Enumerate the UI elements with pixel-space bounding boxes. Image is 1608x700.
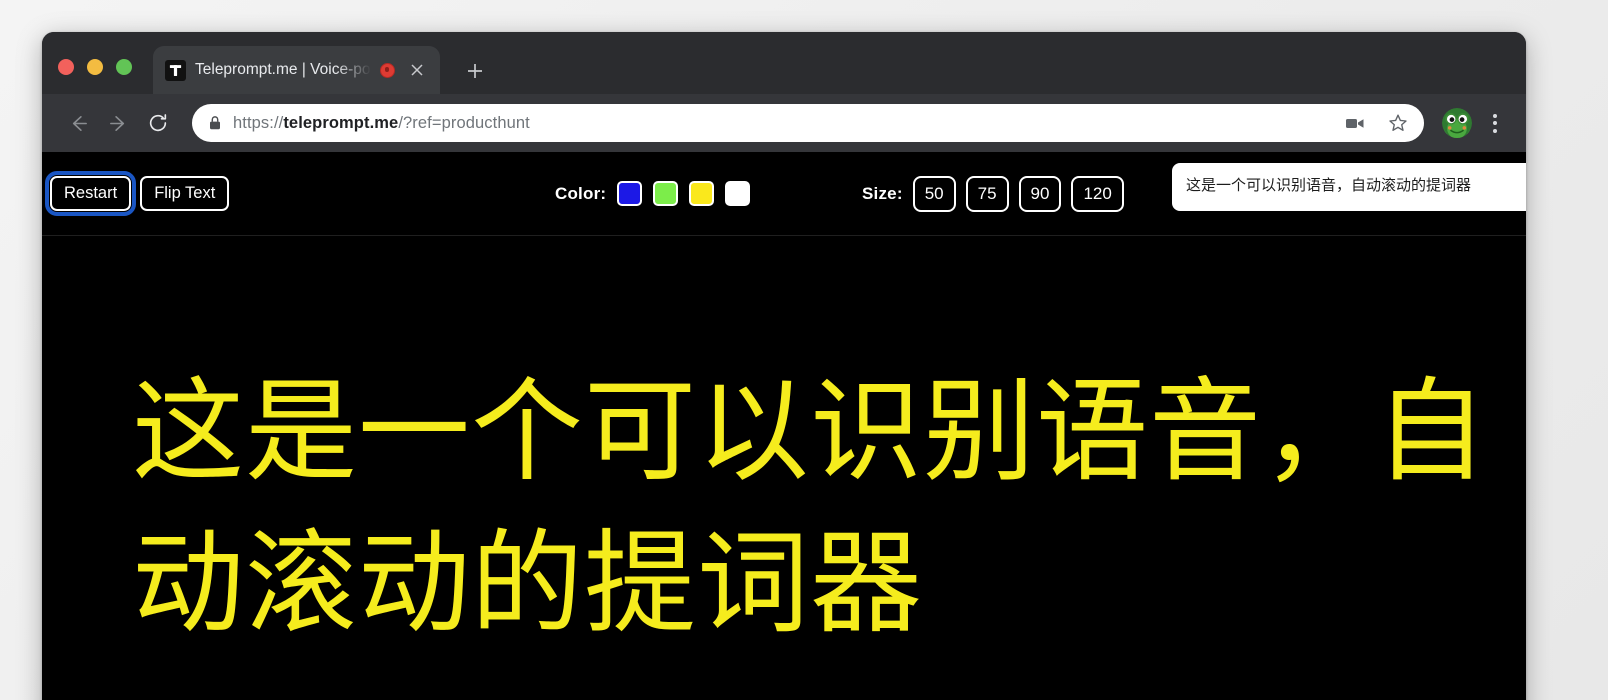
teleprompter-control-bar: Restart Flip Text Color: Size: 50 75 90 … bbox=[42, 152, 1526, 236]
window-maximize-button[interactable] bbox=[116, 59, 132, 75]
size-button-90[interactable]: 90 bbox=[1018, 175, 1062, 212]
screenshot-root: Teleprompt.me | Voice-pow https://telepr… bbox=[0, 0, 1608, 700]
playback-button-group: Restart Flip Text bbox=[44, 170, 230, 217]
size-label: Size: bbox=[862, 183, 903, 203]
color-swatch-yellow[interactable] bbox=[689, 181, 715, 206]
size-button-120[interactable]: 120 bbox=[1071, 175, 1124, 212]
address-bar-url: https://teleprompt.me/?ref=producthunt bbox=[233, 114, 1328, 133]
close-icon[interactable] bbox=[404, 57, 430, 83]
flip-text-button[interactable]: Flip Text bbox=[140, 175, 230, 212]
browser-toolbar: https://teleprompt.me/?ref=producthunt bbox=[42, 94, 1526, 152]
color-label: Color: bbox=[555, 183, 607, 203]
plus-icon[interactable] bbox=[462, 58, 488, 84]
arrow-right-icon[interactable] bbox=[98, 103, 138, 143]
address-bar[interactable]: https://teleprompt.me/?ref=producthunt bbox=[192, 104, 1424, 142]
url-host: teleprompt.me bbox=[283, 113, 399, 132]
color-picker-group: Color: bbox=[555, 181, 751, 206]
arrow-left-icon[interactable] bbox=[58, 103, 98, 143]
window-minimize-button[interactable] bbox=[87, 59, 103, 75]
video-camera-icon[interactable] bbox=[1339, 107, 1371, 139]
window-close-button[interactable] bbox=[58, 59, 74, 75]
color-swatch-green[interactable] bbox=[653, 181, 679, 206]
restart-button[interactable]: Restart bbox=[44, 170, 137, 217]
url-scheme: https:// bbox=[233, 113, 284, 132]
size-button-50[interactable]: 50 bbox=[912, 175, 956, 212]
tab-title: Teleprompt.me | Voice-pow bbox=[195, 61, 371, 78]
kebab-menu-icon[interactable] bbox=[1478, 106, 1512, 140]
star-icon[interactable] bbox=[1382, 107, 1414, 139]
browser-tab[interactable]: Teleprompt.me | Voice-pow bbox=[153, 46, 440, 94]
reload-icon[interactable] bbox=[138, 103, 178, 143]
font-size-group: Size: 50 75 90 120 bbox=[862, 175, 1124, 212]
recording-dot-icon bbox=[380, 62, 395, 78]
teleprompter-page: Restart Flip Text Color: Size: 50 75 90 … bbox=[42, 152, 1526, 700]
size-button-75[interactable]: 75 bbox=[965, 175, 1009, 212]
tab-strip: Teleprompt.me | Voice-pow bbox=[42, 32, 1526, 94]
url-path: /?ref=producthunt bbox=[398, 113, 530, 132]
browser-window: Teleprompt.me | Voice-pow https://telepr… bbox=[42, 32, 1526, 700]
teleprompter-text: 这是一个可以识别语音，自动滚动的提词器 bbox=[132, 367, 1488, 650]
frog-avatar-icon[interactable] bbox=[1442, 108, 1472, 138]
color-swatch-white[interactable] bbox=[725, 181, 751, 206]
script-input[interactable] bbox=[1172, 163, 1526, 211]
color-swatch-blue[interactable] bbox=[617, 181, 643, 206]
window-traffic-lights bbox=[58, 59, 132, 75]
lock-icon bbox=[208, 115, 222, 131]
teleprompt-t-icon bbox=[165, 59, 186, 81]
